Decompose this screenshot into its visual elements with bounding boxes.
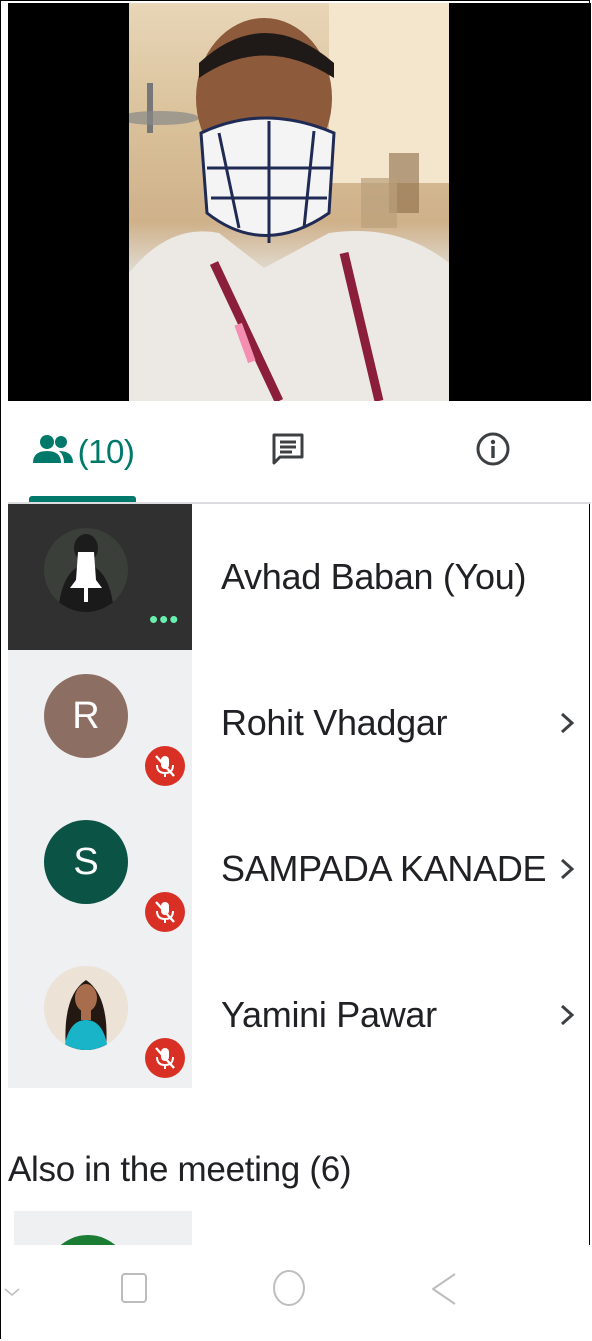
participant-name: Rohit Vhadgar [221,702,448,743]
camera-feed [129,3,449,401]
people-count: (10) [77,432,135,470]
panel-tabs: (10) [8,401,591,504]
tab-people[interactable]: (10) [28,401,138,502]
participant-row[interactable]: Yamini Pawar [8,942,591,1088]
participant-row[interactable]: R Rohit Vhadgar [8,650,591,796]
speaking-indicator-icon: ••• [149,604,180,634]
tab-info[interactable] [448,401,538,502]
avatar [44,528,128,612]
avatar-letter: S [73,840,99,883]
participant-row[interactable]: S SAMPADA KANADE [8,796,591,942]
collapse-icon[interactable] [3,1285,21,1299]
chevron-right-icon[interactable] [552,852,582,886]
avatar-column: S [8,796,192,942]
participant-name: Yamini Pawar [221,994,437,1035]
recents-icon[interactable] [119,1271,149,1305]
avatar [44,966,128,1050]
participant-row-partial[interactable] [14,1211,192,1245]
chevron-right-icon[interactable] [552,998,582,1032]
avatar: R [44,674,128,758]
also-in-meeting-heading: Also in the meeting (6) [8,1150,352,1189]
avatar-column [8,942,192,1088]
info-icon [475,431,511,472]
mic-off-icon [145,1038,185,1078]
participant-name: SAMPADA KANADE [221,848,547,889]
avatar-column: ••• [8,504,192,650]
people-icon [32,433,74,470]
chevron-right-icon[interactable] [552,706,582,740]
mic-off-icon [145,746,185,786]
avatar [46,1235,130,1245]
tab-chat[interactable] [243,401,333,502]
avatar-letter: R [72,694,100,737]
active-tab-indicator [29,496,136,502]
avatar: S [44,820,128,904]
system-nav-bar [1,1245,590,1339]
mic-off-icon [145,892,185,932]
video-area[interactable] [8,3,591,401]
avatar-column: R [8,650,192,796]
back-icon[interactable] [429,1271,459,1307]
home-icon[interactable] [271,1269,307,1307]
participant-row-self[interactable]: ••• Avhad Baban (You) [8,504,591,650]
participant-name: Avhad Baban (You) [221,556,527,597]
participant-list: ••• Avhad Baban (You) R Rohit Vhadgar S … [8,504,591,1088]
chat-icon [271,432,305,471]
